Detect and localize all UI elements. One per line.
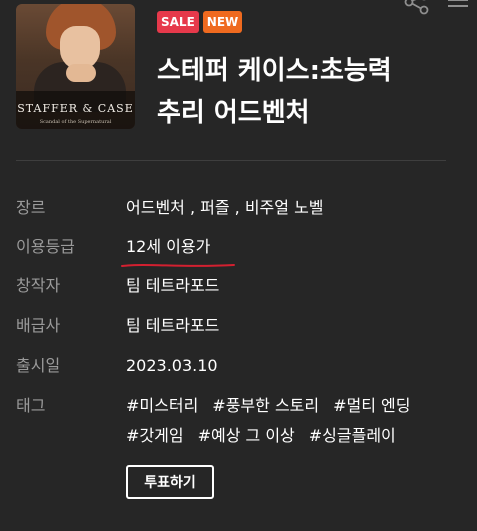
more-icon[interactable] [446,0,470,16]
genre-label: 장르 [16,198,46,217]
game-title-line-2: 추리 어드벤처 [157,98,310,128]
game-cover-image: STAFFER & CASE Scandal of the Supernatur… [16,4,135,129]
tag-item[interactable]: #싱글플레이 [309,424,396,448]
cover-character-hand [66,64,96,82]
tag-list: #미스터리 #풍부한 스토리 #멀티 엔딩 #갓게임 #예상 그 이상 #싱글플… [126,394,446,448]
publisher-label: 배급사 [16,316,61,335]
tags-label: 태그 [16,396,46,415]
game-title-line-1: 스테퍼 케이스:초능력 [157,56,392,86]
tag-item[interactable]: #멀티 엔딩 [333,394,410,418]
tag-item[interactable]: #미스터리 [126,394,198,418]
game-detail-page: STAFFER & CASE Scandal of the Supernatur… [0,0,477,531]
cover-logo-text: STAFFER & CASE [17,102,134,115]
tag-item[interactable]: #풍부한 스토리 [212,394,319,418]
genre-row: 장르 어드벤처 , 퍼즐 , 비주얼 노벨 [16,196,456,220]
sale-badge: SALE [157,11,199,33]
developer-label: 창작자 [16,276,61,295]
publisher-row: 배급사 팀 테트라포드 [16,314,456,338]
header-divider [16,160,446,161]
tag-item[interactable]: #갓게임 [126,424,184,448]
new-badge: NEW [202,11,243,33]
genre-value: 어드벤처 , 퍼즐 , 비주얼 노벨 [126,198,324,217]
game-title: 스테퍼 케이스:초능력 추리 어드벤처 [157,50,427,134]
rating-row: 이용등급 12세 이용가 [16,235,456,259]
release-label: 출시일 [16,356,61,375]
red-underline-annotation [121,264,235,267]
tag-item[interactable]: #예상 그 이상 [198,424,295,448]
share-icon[interactable] [404,0,430,16]
vote-button[interactable]: 투표하기 [126,465,214,499]
developer-row: 창작자 팀 테트라포드 [16,274,456,298]
rating-label: 이용등급 [16,237,75,256]
rating-value: 12세 이용가 [126,237,211,256]
release-row: 출시일 2023.03.10 [16,354,456,378]
badge-group: SALE NEW [157,11,243,33]
cover-logo-subtitle: Scandal of the Supernatural [39,119,112,125]
publisher-value[interactable]: 팀 테트라포드 [126,314,219,338]
release-value: 2023.03.10 [126,356,218,375]
developer-value[interactable]: 팀 테트라포드 [126,274,219,298]
